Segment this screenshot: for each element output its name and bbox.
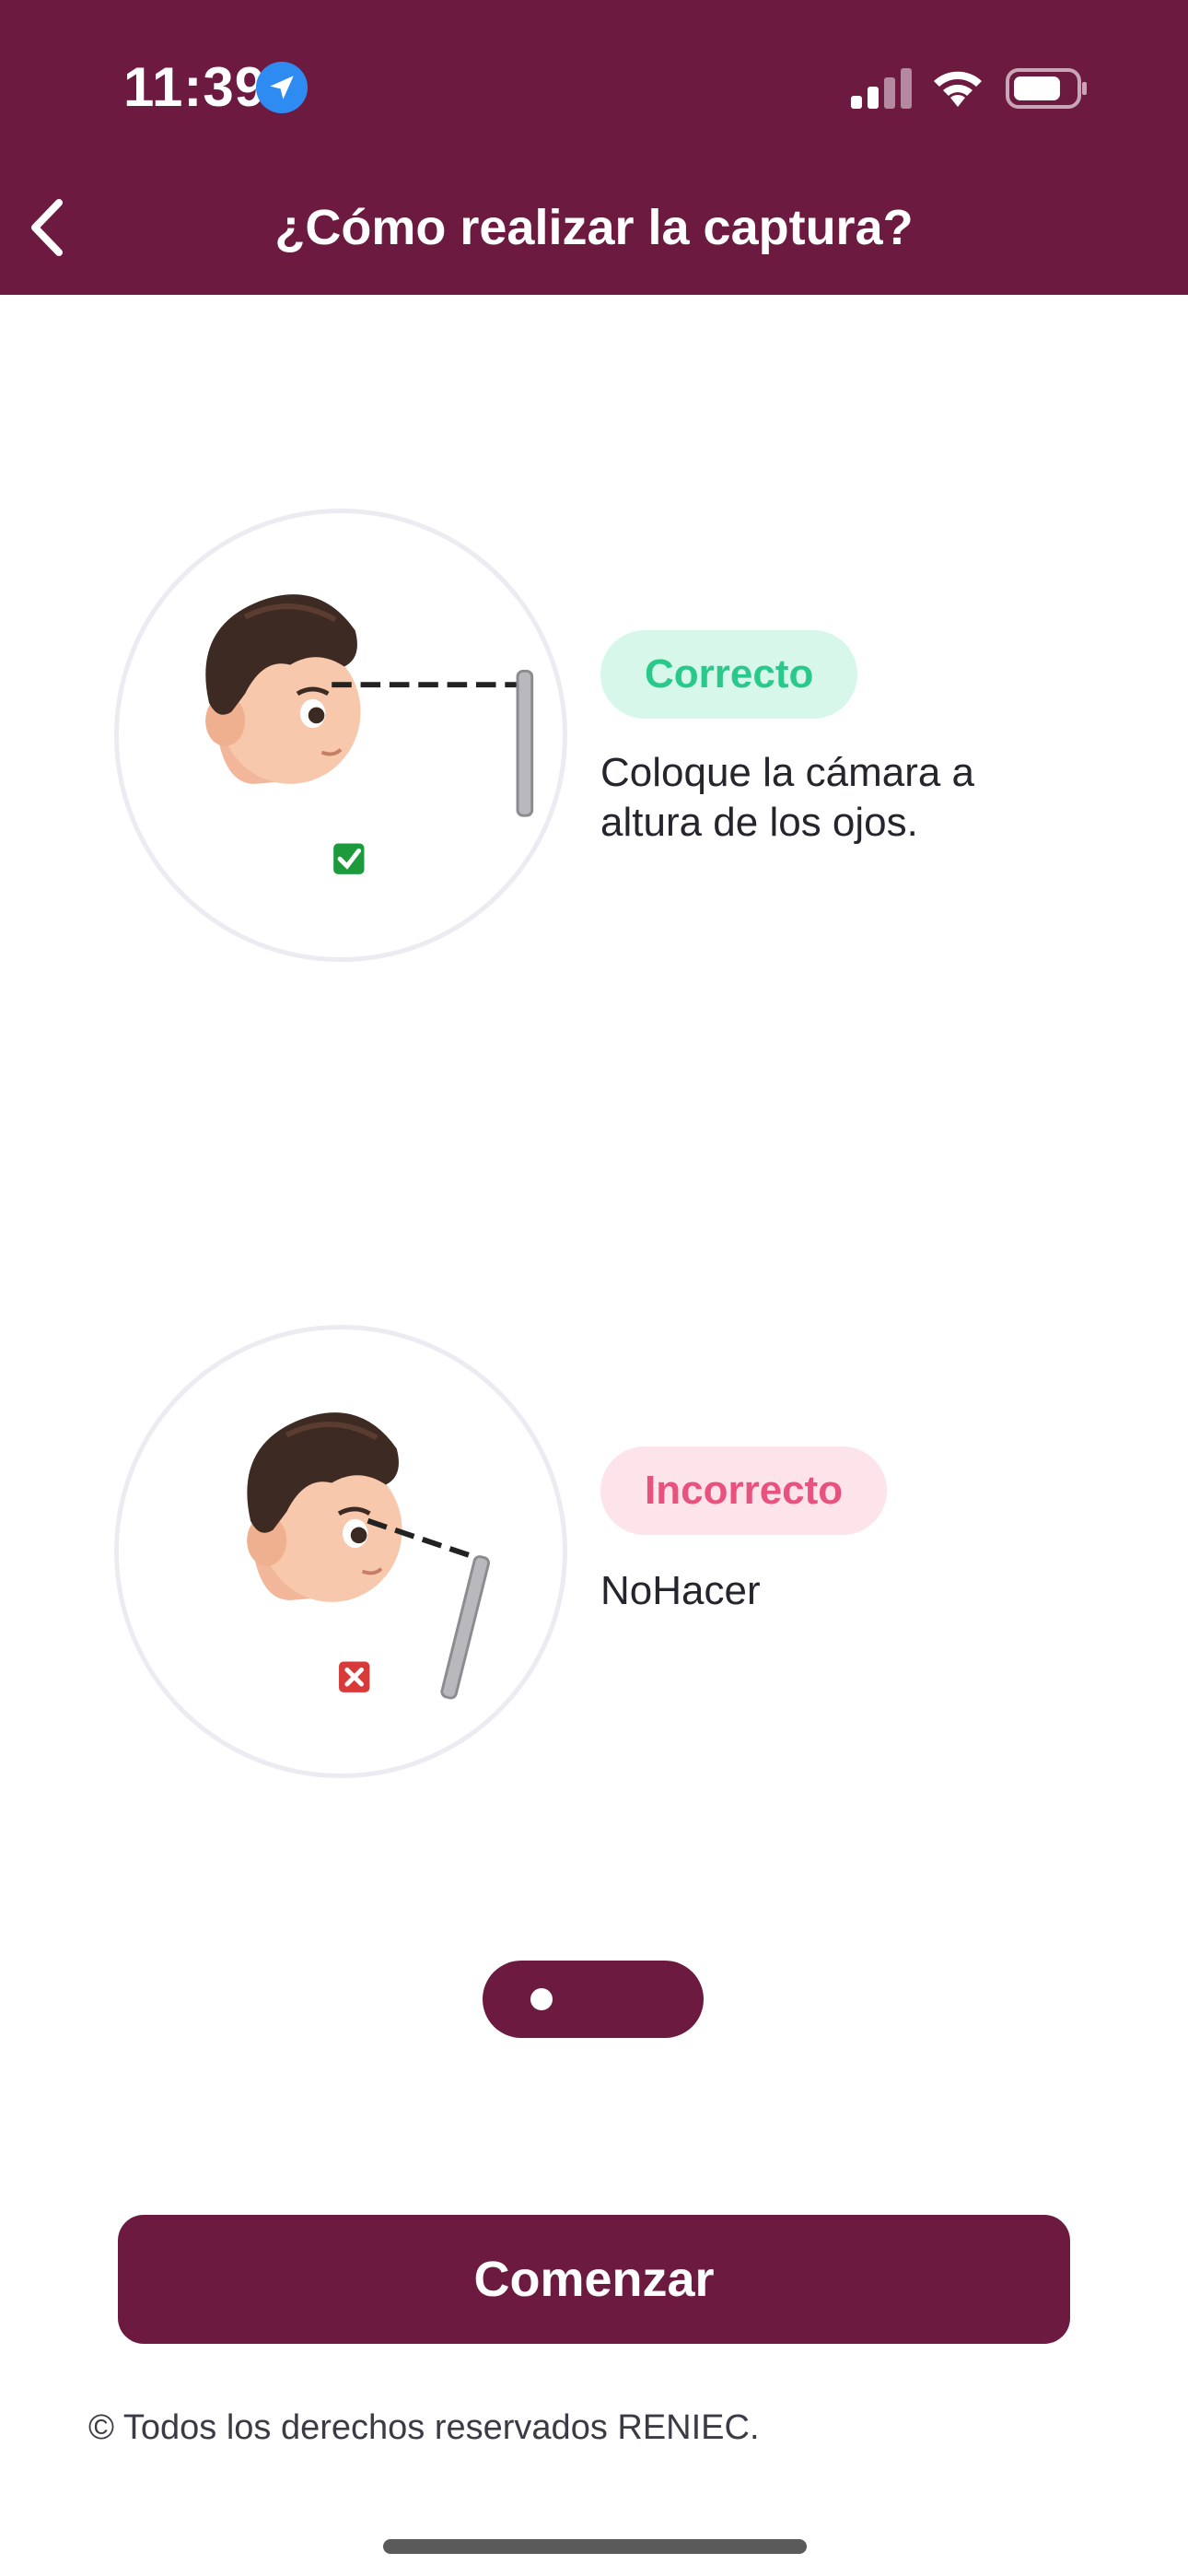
- correct-position-illustration: [114, 509, 567, 962]
- check-icon: [333, 843, 365, 874]
- incorrect-position-illustration: [114, 1325, 567, 1778]
- page-title: ¿Cómo realizar la captura?: [274, 200, 914, 255]
- start-button[interactable]: Comenzar: [118, 2215, 1070, 2344]
- correct-description: Coloque la cámara a altura de los ojos.: [600, 750, 975, 845]
- home-indicator[interactable]: [383, 2539, 807, 2554]
- incorrect-description: NoHacer: [600, 1568, 761, 1613]
- wifi-icon: [934, 71, 982, 107]
- page-indicator[interactable]: [483, 1961, 704, 2038]
- cellular-signal-icon: [851, 68, 912, 109]
- footer-copyright: © Todos los derechos reservados RENIEC.: [88, 2408, 760, 2447]
- cross-icon: [339, 1661, 370, 1692]
- location-arrow-icon: [256, 62, 308, 113]
- incorrect-badge: Incorrecto: [600, 1446, 888, 1535]
- correct-badge: Correcto: [600, 630, 858, 719]
- page-dot-active[interactable]: [530, 1988, 553, 2010]
- battery-icon: [1006, 68, 1087, 109]
- status-time: 11:39: [123, 56, 267, 118]
- app-header: 11:39 ¿Cómo realizar la captura?: [0, 0, 1188, 295]
